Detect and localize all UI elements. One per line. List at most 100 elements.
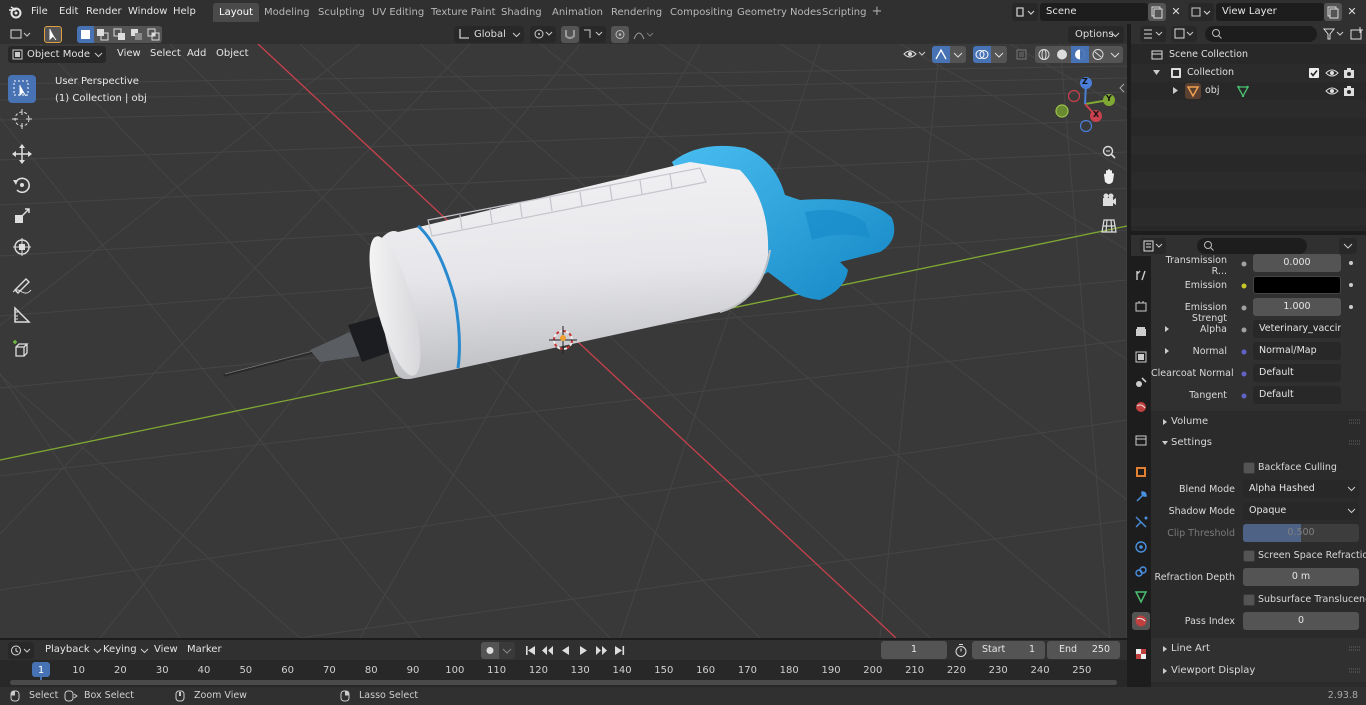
expand-arrow-icon[interactable] [1152,68,1161,77]
xray-toggle-icon[interactable] [1013,46,1031,63]
tab-layout[interactable]: Layout [213,3,259,22]
viewport-display-panel-header[interactable]: Viewport Display [1151,660,1366,682]
tab-modeling[interactable]: Modeling [258,3,316,22]
view-layer-tab-icon[interactable] [1134,350,1148,364]
tab-shading[interactable]: Shading [495,3,548,22]
tab-texture-paint[interactable]: Texture Paint [425,3,502,22]
view-layer-selector-icon[interactable] [1188,3,1214,21]
shading-rendered-icon[interactable] [1089,46,1107,63]
subsurface-translucency-checkbox[interactable] [1243,594,1255,606]
tab-sculpting[interactable]: Sculpting [312,3,371,22]
blend-mode-dropdown[interactable]: Alpha Hashed [1243,480,1359,498]
expand-arrow-icon[interactable] [1171,86,1180,95]
emission-strength-field[interactable]: 1.000 [1253,298,1341,316]
backface-culling-checkbox[interactable] [1243,462,1255,474]
navigation-gizmo[interactable]: Z Y X [1050,76,1120,138]
settings-panel-header[interactable]: Settings [1151,433,1366,454]
object-tab-icon[interactable] [1134,465,1148,479]
normal-link-field[interactable]: Normal/Map [1253,342,1341,360]
refraction-depth-field[interactable]: 0 m [1243,568,1359,586]
tool-tab-icon[interactable] [1134,268,1148,282]
tangent-field[interactable]: Default [1253,386,1341,404]
tab-rendering[interactable]: Rendering [605,3,668,22]
gizmo-dropdown-icon[interactable] [950,46,966,63]
pivot-point-icon[interactable] [530,26,556,43]
timeline-menu-view[interactable]: View [149,641,183,659]
add-workspace-button[interactable]: + [870,5,884,19]
timeline-keying-dropdown[interactable]: Keying [98,641,151,659]
current-frame-field[interactable]: 1 [881,641,947,659]
tab-scripting[interactable]: Scripting [816,3,872,22]
new-scene-icon[interactable] [1148,3,1166,21]
outliner-search-input[interactable] [1205,26,1317,42]
camera-render-icon[interactable] [1343,67,1357,79]
volume-panel-header[interactable]: Volume [1151,411,1366,433]
timeline-menu-marker[interactable]: Marker [182,641,227,659]
eye-icon[interactable] [1325,85,1339,97]
overlays-dropdown-icon[interactable] [991,46,1007,63]
timeline-playback-dropdown[interactable]: Playback [40,641,104,659]
shading-solid-icon[interactable] [1053,46,1071,63]
particles-tab-icon[interactable] [1134,515,1148,529]
select-mode-subtract-icon[interactable] [111,26,128,43]
play-icon[interactable] [575,642,592,659]
tool-select-box[interactable] [8,75,36,103]
properties-options-dropdown[interactable] [1339,238,1357,254]
editor-type-icon[interactable] [8,26,34,43]
checkbox-checked-icon[interactable] [1308,67,1320,79]
mesh-data-icon[interactable] [1237,85,1249,97]
object-mode-dropdown[interactable]: Object Mode [8,46,106,63]
transform-orientation-dropdown[interactable]: Global [454,26,524,43]
tool-add-cube[interactable] [8,336,36,364]
select-mode-intersect-icon[interactable] [145,26,162,43]
select-mode-new-icon[interactable] [77,26,94,43]
clip-threshold-slider[interactable]: 0.500 [1243,524,1359,542]
render-tab-icon[interactable] [1134,300,1148,314]
menu-render[interactable]: Render [81,3,127,21]
new-collection-icon[interactable] [1349,26,1365,42]
stopwatch-icon[interactable] [952,642,970,659]
properties-editor-type-icon[interactable] [1140,238,1166,254]
clearcoat-normal-field[interactable]: Default [1253,364,1341,382]
view-layer-name-field[interactable]: View Layer [1216,3,1324,21]
overlays-toggle-icon[interactable] [973,46,991,63]
scene-tab-icon[interactable] [1134,375,1148,389]
keyframe-dot-icon[interactable] [1347,259,1355,267]
menu-file[interactable]: File [26,3,53,21]
shading-options-dropdown-icon[interactable] [1107,46,1123,63]
remove-scene-icon[interactable]: ✕ [1168,3,1184,21]
scene-name-field[interactable]: Scene [1040,3,1148,21]
jump-to-end-icon[interactable] [611,642,628,659]
viewport-menu-object[interactable]: Object [211,45,254,63]
texture-tab-icon[interactable] [1134,647,1148,661]
snap-icon[interactable] [561,26,579,43]
keyframe-dot-icon[interactable] [1347,303,1355,311]
outliner-row[interactable]: Collection [1131,64,1366,82]
pass-index-field[interactable]: 0 [1243,612,1359,630]
scene-selector-icon[interactable] [1012,3,1038,21]
drag-handle-icon[interactable] [1349,419,1361,425]
tool-move[interactable] [8,140,36,168]
alpha-link-field[interactable]: Veterinary_vaccine_... [1253,320,1341,338]
select-mode-invert-icon[interactable] [128,26,145,43]
blender-logo-icon[interactable] [8,5,22,19]
tool-scale[interactable] [8,202,36,230]
select-mode-extend-icon[interactable] [94,26,111,43]
outliner-row[interactable]: Scene Collection [1131,46,1366,64]
keyframe-dot-icon[interactable] [1347,281,1355,289]
collection-tab-icon[interactable] [1134,433,1148,447]
shading-wireframe-icon[interactable] [1035,46,1053,63]
transmission-roughness-field[interactable]: 0.000 [1253,254,1341,272]
select-tool-icon[interactable] [44,26,62,43]
tab-uv-editing[interactable]: UV Editing [366,3,430,22]
eye-icon[interactable] [1325,67,1339,79]
line-art-panel-header[interactable]: Line Art [1151,638,1366,660]
timeline-scrollbar[interactable] [10,680,1117,685]
properties-search-input[interactable] [1197,238,1307,254]
viewport-menu-add[interactable]: Add [182,45,211,63]
emission-color-field[interactable] [1253,276,1341,294]
visibility-filter-icon[interactable] [902,46,928,63]
outliner-row[interactable]: obj [1131,82,1366,100]
drag-handle-icon[interactable] [1349,668,1361,674]
viewport-menu-view[interactable]: View [112,45,146,63]
